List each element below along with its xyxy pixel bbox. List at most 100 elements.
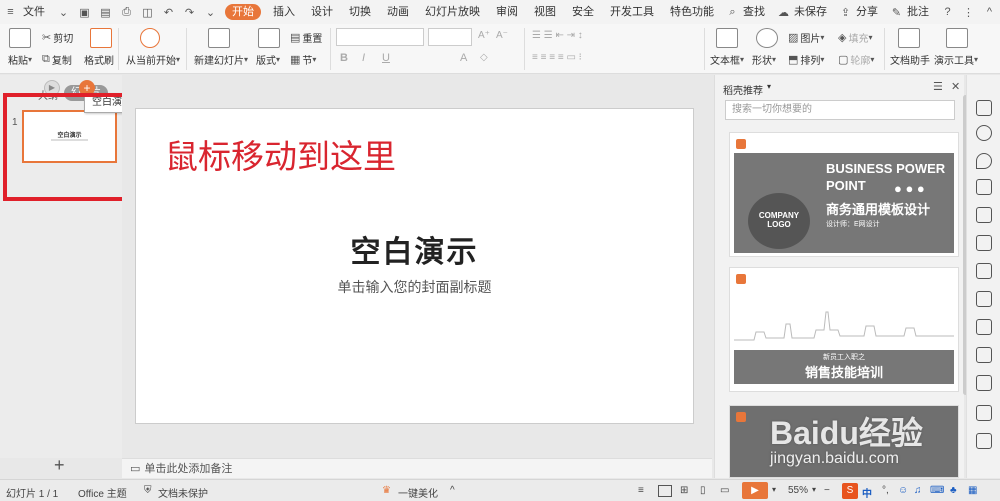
audio-icon[interactable] (976, 433, 992, 449)
chevron-down-icon[interactable]: ▾ (812, 485, 816, 494)
hamburger-icon[interactable]: ≡ (4, 5, 17, 19)
presentation-tools-button[interactable]: 演示工具 ▾ (934, 52, 980, 67)
tab-view[interactable]: 视图 (526, 0, 564, 24)
shrink-font-button[interactable]: A⁻ (496, 30, 508, 41)
format-painter-button[interactable]: 格式刷 (84, 52, 114, 67)
paste-button[interactable]: 粘贴 ▾ (8, 52, 34, 67)
font-color-button[interactable]: A (460, 52, 467, 64)
unsaved-status[interactable]: 未保存 (794, 0, 835, 24)
chevron-down-icon[interactable]: ▾ (772, 485, 776, 494)
arrange-button[interactable]: ⬒ 排列 ▾ (788, 52, 826, 67)
outline-button[interactable]: ▢ 轮廓 ▾ (838, 52, 876, 67)
tab-developer[interactable]: 开发工具 (602, 0, 662, 24)
zoom-out-icon[interactable]: − (824, 485, 830, 496)
font-family-select[interactable] (336, 28, 424, 46)
save-icon[interactable]: ▣ (78, 5, 91, 19)
section-button[interactable]: ▦ 节 ▾ (290, 52, 318, 67)
export-icon[interactable]: ▤ (99, 5, 112, 19)
chevron-down-icon[interactable]: ⌄ (57, 5, 70, 19)
share-button[interactable]: 分享 (856, 0, 886, 24)
format-painter-icon[interactable] (90, 28, 112, 48)
grow-font-button[interactable]: A⁺ (478, 30, 490, 41)
template-card[interactable]: 新员工入职之 销售技能培训 (729, 267, 959, 392)
notes-toggle-icon[interactable]: ≡ (638, 485, 644, 496)
redo-icon[interactable]: ↷ (183, 5, 196, 19)
textbox-button[interactable]: 文本框 ▾ (710, 52, 746, 67)
animation-icon[interactable] (976, 179, 992, 195)
chart-icon[interactable] (976, 263, 992, 279)
zoom-level[interactable]: 55% (788, 485, 808, 496)
comment-button[interactable]: 批注 (907, 0, 937, 24)
gallery-icon[interactable] (976, 405, 992, 421)
tab-slideshow[interactable]: 幻灯片放映 (417, 0, 488, 24)
bullet-list-button[interactable]: ☰ ☰ ⇤ ⇥ ↕ (532, 30, 583, 41)
search-icon[interactable]: ⌕ (726, 5, 739, 19)
notes-pane[interactable]: ▭ 单击此处添加备注 (122, 458, 712, 478)
tab-animation[interactable]: 动画 (379, 0, 417, 24)
collapse-ribbon-icon[interactable]: ^ (983, 5, 996, 19)
file-menu[interactable]: 文件 (21, 0, 53, 24)
more-icon[interactable]: ⋮ (962, 5, 975, 19)
bold-button[interactable]: B (340, 52, 348, 64)
tab-insert[interactable]: 插入 (265, 0, 303, 24)
archive-icon[interactable] (976, 375, 992, 391)
layout-button[interactable]: 版式 ▾ (256, 52, 282, 67)
export-icon[interactable] (976, 347, 992, 363)
print-icon[interactable]: ⎙ (120, 5, 133, 19)
settings-sliders-icon[interactable] (976, 291, 992, 307)
play-slideshow-button[interactable]: ▶ (742, 482, 768, 499)
chevron-up-icon[interactable]: ^ (450, 485, 455, 496)
chevron-down-icon[interactable]: ⌄ (204, 5, 217, 19)
paste-icon[interactable] (9, 28, 31, 48)
doc-assistant-button[interactable]: 文档助手 (890, 52, 930, 67)
presentation-tools-icon[interactable] (946, 28, 968, 48)
shapes-icon[interactable] (976, 125, 992, 141)
slide-subtitle[interactable]: 单击输入您的封面副标题 (136, 277, 693, 297)
slideshow-icon[interactable]: ▭ (720, 485, 729, 496)
comment-icon[interactable]: ✎ (890, 5, 903, 19)
new-slide-icon[interactable] (208, 28, 230, 48)
picture-button[interactable]: ▨ 图片 ▾ (788, 30, 826, 45)
tab-transition[interactable]: 切换 (341, 0, 379, 24)
new-slide-button[interactable]: 新建幻灯片 ▾ (194, 52, 250, 67)
textbox-icon[interactable] (716, 28, 738, 48)
chevron-down-icon[interactable]: ▾ (767, 82, 771, 91)
preview-icon[interactable]: ◫ (141, 5, 154, 19)
tab-home[interactable]: 开始 (225, 4, 261, 20)
tools-icon[interactable]: ▦ (968, 485, 977, 496)
table-icon[interactable] (976, 207, 992, 223)
eraser-icon[interactable]: ◇ (480, 52, 488, 63)
menu-icon[interactable]: ☰ (933, 80, 943, 93)
image-search-icon[interactable] (976, 319, 992, 335)
grid-icon[interactable] (976, 235, 992, 251)
reset-button[interactable]: ▤ 重置 (290, 30, 322, 45)
sorter-view-icon[interactable]: ⊞ (680, 485, 688, 496)
shape-button[interactable]: 形状 ▾ (752, 52, 778, 67)
fill-button[interactable]: ◈ 填充 ▾ (838, 30, 874, 45)
cloud-icon[interactable]: ☁ (777, 5, 790, 19)
template-card[interactable]: COMPANY LOGO BUSINESS POWER POINT ● ● ● … (729, 132, 959, 257)
tab-design[interactable]: 设计 (303, 0, 341, 24)
help-icon[interactable]: ? (941, 5, 954, 19)
font-size-select[interactable] (428, 28, 472, 46)
theme-name[interactable]: Office 主题 (78, 485, 127, 500)
tab-review[interactable]: 审阅 (488, 0, 526, 24)
italic-button[interactable]: I (362, 52, 365, 64)
template-search-input[interactable]: 搜索一切你想要的 (725, 100, 955, 120)
undo-icon[interactable]: ↶ (162, 5, 175, 19)
from-current-button[interactable]: 从当前开始 ▾ (126, 52, 182, 67)
keyboard-icon[interactable]: ⌨ (930, 485, 944, 496)
cut-button[interactable]: ✂ 剪切 (42, 30, 73, 45)
microphone-icon[interactable]: ♫ (914, 485, 922, 496)
beautify-button[interactable]: 一键美化 (398, 485, 438, 500)
copy-button[interactable]: ⧉ 复制 (42, 52, 72, 67)
underline-button[interactable]: U (382, 52, 390, 64)
punctuation-icon[interactable]: °, (882, 485, 889, 496)
share-icon[interactable]: ⇪ (839, 5, 852, 19)
tab-security[interactable]: 安全 (564, 0, 602, 24)
tab-features[interactable]: 特色功能 (662, 0, 722, 24)
emoji-icon[interactable]: ☺ (898, 485, 908, 496)
doc-assistant-icon[interactable] (898, 28, 920, 48)
ime-language[interactable]: 中 (862, 485, 872, 500)
skin-icon[interactable]: ♣ (950, 485, 957, 496)
